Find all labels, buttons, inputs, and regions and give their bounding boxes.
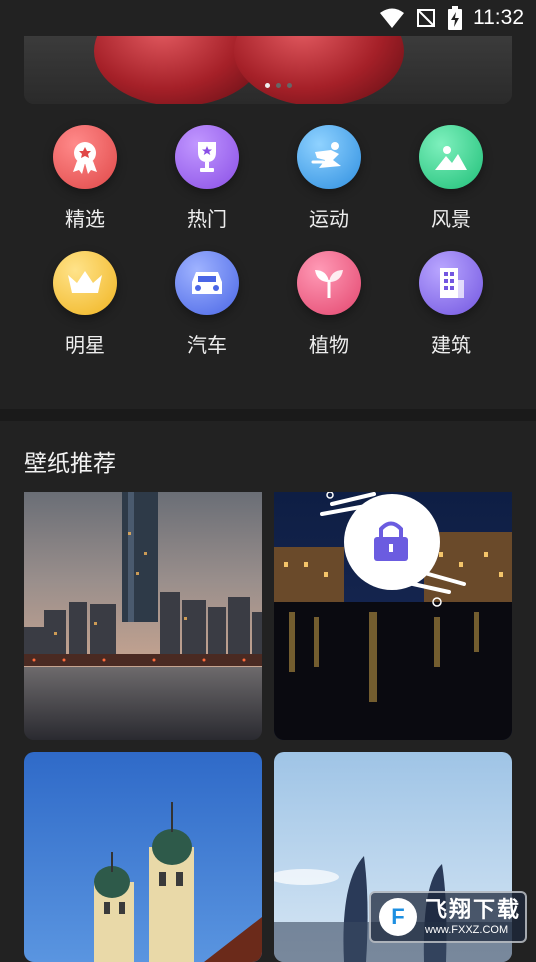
category-label: 汽车: [187, 333, 227, 357]
watermark-logo-icon: F: [379, 898, 417, 936]
watermark-badge: F 飞翔下载 www.FXXZ.COM: [369, 891, 527, 943]
banner-carousel[interactable]: [24, 36, 512, 104]
category-label: 明星: [65, 333, 105, 357]
category-scenery[interactable]: 风景: [390, 125, 512, 237]
banner-image-glove-right: [234, 36, 404, 104]
category-label: 建筑: [431, 333, 471, 357]
watermark-url: www.FXXZ.COM: [425, 924, 509, 936]
category-label: 风景: [431, 207, 471, 231]
category-label: 植物: [309, 333, 349, 357]
category-plants[interactable]: 植物: [268, 251, 390, 363]
wallpaper-image: [24, 752, 262, 962]
carousel-dot-active: [265, 83, 270, 88]
category-sports[interactable]: 运动: [268, 125, 390, 237]
building-icon: [419, 251, 483, 315]
status-bar: 11:32: [0, 0, 536, 36]
car-icon: [175, 251, 239, 315]
battery-charging-icon: [448, 6, 462, 30]
category-celebrity[interactable]: 明星: [24, 251, 146, 363]
award-ribbon-icon: [53, 125, 117, 189]
carousel-dot: [276, 83, 281, 88]
wallpaper-card-night-lake-lock[interactable]: [274, 492, 512, 740]
section-title: 壁纸推荐: [24, 451, 116, 477]
wallpaper-image: [274, 492, 512, 740]
carousel-indicator: [265, 83, 292, 88]
plant-sprout-icon: [297, 251, 361, 315]
category-label: 运动: [309, 207, 349, 231]
section-divider: [0, 409, 536, 421]
sport-runner-icon: [297, 125, 361, 189]
watermark-title: 飞翔下载: [425, 898, 522, 923]
category-grid: 精选 热门 运动 风景 明星 汽车 植物 建筑: [24, 125, 512, 363]
category-featured[interactable]: 精选: [24, 125, 146, 237]
category-cars[interactable]: 汽车: [146, 251, 268, 363]
mountain-landscape-icon: [419, 125, 483, 189]
no-signal-icon: [417, 9, 435, 27]
crown-icon: [53, 251, 117, 315]
category-label: 精选: [65, 207, 105, 231]
wallpaper-card-church[interactable]: [24, 752, 262, 962]
status-time: 11:32: [473, 6, 524, 29]
category-label: 热门: [187, 207, 227, 231]
carousel-dot: [287, 83, 292, 88]
trophy-icon: [175, 125, 239, 189]
wifi-icon: [380, 8, 404, 28]
category-popular[interactable]: 热门: [146, 125, 268, 237]
category-architecture[interactable]: 建筑: [390, 251, 512, 363]
wallpaper-card-city-dusk[interactable]: [24, 492, 262, 740]
wallpaper-image: [24, 492, 262, 740]
